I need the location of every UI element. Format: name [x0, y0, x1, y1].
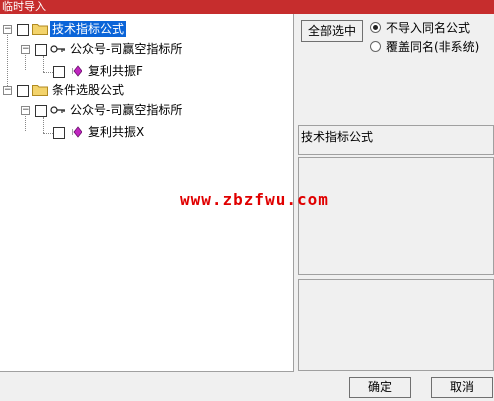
folder-icon — [32, 85, 48, 96]
collapse-icon[interactable]: − — [21, 45, 30, 54]
collapse-icon[interactable]: − — [3, 25, 12, 34]
tree-label-group1[interactable]: 公众号-司赢空指标所 — [68, 41, 184, 57]
ok-button[interactable]: 确定 — [349, 377, 411, 398]
checkbox-selection[interactable] — [17, 85, 29, 97]
radio-skip-duplicates[interactable] — [370, 22, 381, 33]
radio-overwrite-duplicates[interactable] — [370, 41, 381, 52]
checkbox-formula-f[interactable] — [53, 66, 65, 78]
formula-type-label: 技术指标公式 — [301, 130, 374, 144]
key-icon — [50, 106, 65, 114]
folder-icon — [32, 24, 48, 35]
formula-info-panel — [298, 157, 494, 275]
radio-skip-duplicates-label[interactable]: 不导入同名公式 — [386, 19, 470, 36]
tree-label-formula-x[interactable]: 复利共振X — [86, 124, 146, 140]
tree-label-formula-f[interactable]: 复利共振F — [86, 63, 145, 79]
collapse-icon[interactable]: − — [3, 86, 12, 95]
checkbox-technical[interactable] — [17, 24, 29, 36]
tree-node-formula-f[interactable]: 复利共振F — [0, 63, 294, 79]
checkbox-group1[interactable] — [35, 44, 47, 56]
tree-node-technical[interactable]: − 技术指标公式 — [0, 21, 294, 37]
tree-node-selection[interactable]: − 条件选股公式 — [0, 82, 294, 98]
watermark-text: www.zbzfwu.com — [180, 190, 329, 209]
tree-label-group2[interactable]: 公众号-司赢空指标所 — [68, 102, 184, 118]
key-icon — [50, 45, 65, 53]
tree-line — [7, 28, 8, 90]
checkbox-formula-x[interactable] — [53, 127, 65, 139]
formula-type-box: 技术指标公式 — [298, 125, 494, 155]
formula-description-panel — [298, 279, 494, 371]
collapse-icon[interactable]: − — [21, 106, 30, 115]
tree-label-technical[interactable]: 技术指标公式 — [50, 21, 127, 37]
tree-node-group2[interactable]: − 公众号-司赢空指标所 — [0, 102, 294, 118]
tree-node-group1[interactable]: − 公众号-司赢空指标所 — [0, 41, 294, 57]
formula-gem-icon — [72, 126, 82, 138]
tree-label-selection[interactable]: 条件选股公式 — [50, 82, 126, 98]
radio-overwrite-duplicates-label[interactable]: 覆盖同名(非系统) — [386, 38, 479, 55]
window-title: 临时导入 — [0, 0, 494, 14]
checkbox-group2[interactable] — [35, 105, 47, 117]
tree-node-formula-x[interactable]: 复利共振X — [0, 124, 294, 140]
cancel-button[interactable]: 取消 — [431, 377, 493, 398]
select-all-button[interactable]: 全部选中 — [301, 20, 363, 42]
formula-gem-icon — [72, 65, 82, 77]
